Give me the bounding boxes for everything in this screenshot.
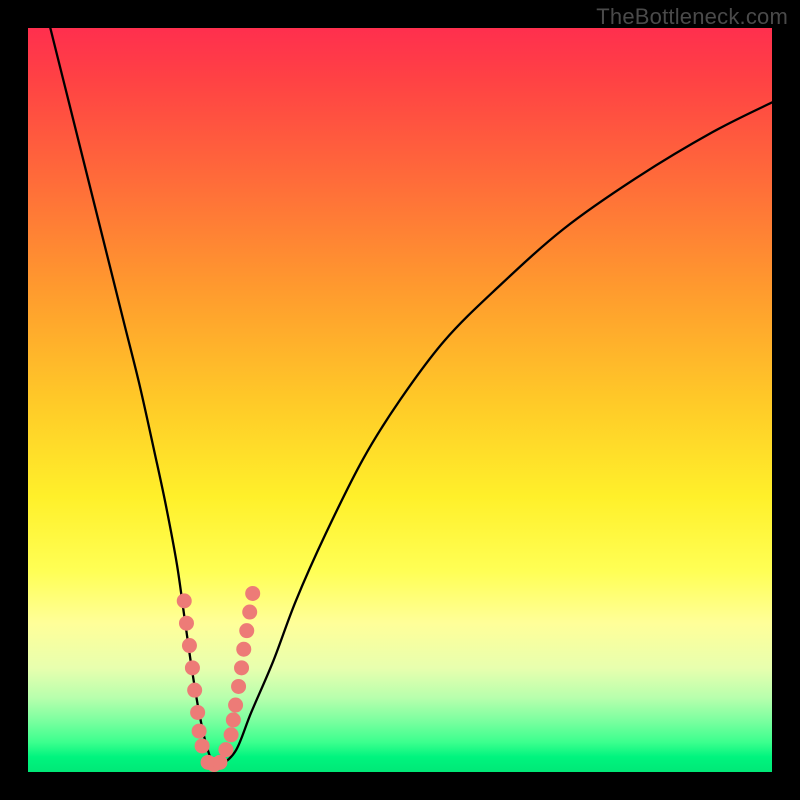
highlight-dot [242, 605, 257, 620]
highlight-dot [192, 724, 207, 739]
highlight-dot [185, 660, 200, 675]
watermark-text: TheBottleneck.com [596, 4, 788, 30]
highlight-dot [239, 623, 254, 638]
highlight-dot [234, 660, 249, 675]
highlight-dot [224, 727, 239, 742]
highlight-dot [236, 642, 251, 657]
highlight-dot [190, 705, 205, 720]
highlight-dot [187, 683, 202, 698]
bottleneck-curve [50, 28, 772, 767]
highlight-dot [231, 679, 246, 694]
highlight-dot [182, 638, 197, 653]
highlight-dot [228, 698, 243, 713]
chart-frame: TheBottleneck.com [0, 0, 800, 800]
highlight-dot [179, 616, 194, 631]
highlight-dot [195, 738, 210, 753]
highlight-dot [226, 712, 241, 727]
curve-layer [28, 28, 772, 772]
highlight-dots [177, 586, 260, 772]
plot-area [28, 28, 772, 772]
highlight-dot [218, 742, 233, 757]
highlight-dot [177, 593, 192, 608]
highlight-dot [245, 586, 260, 601]
